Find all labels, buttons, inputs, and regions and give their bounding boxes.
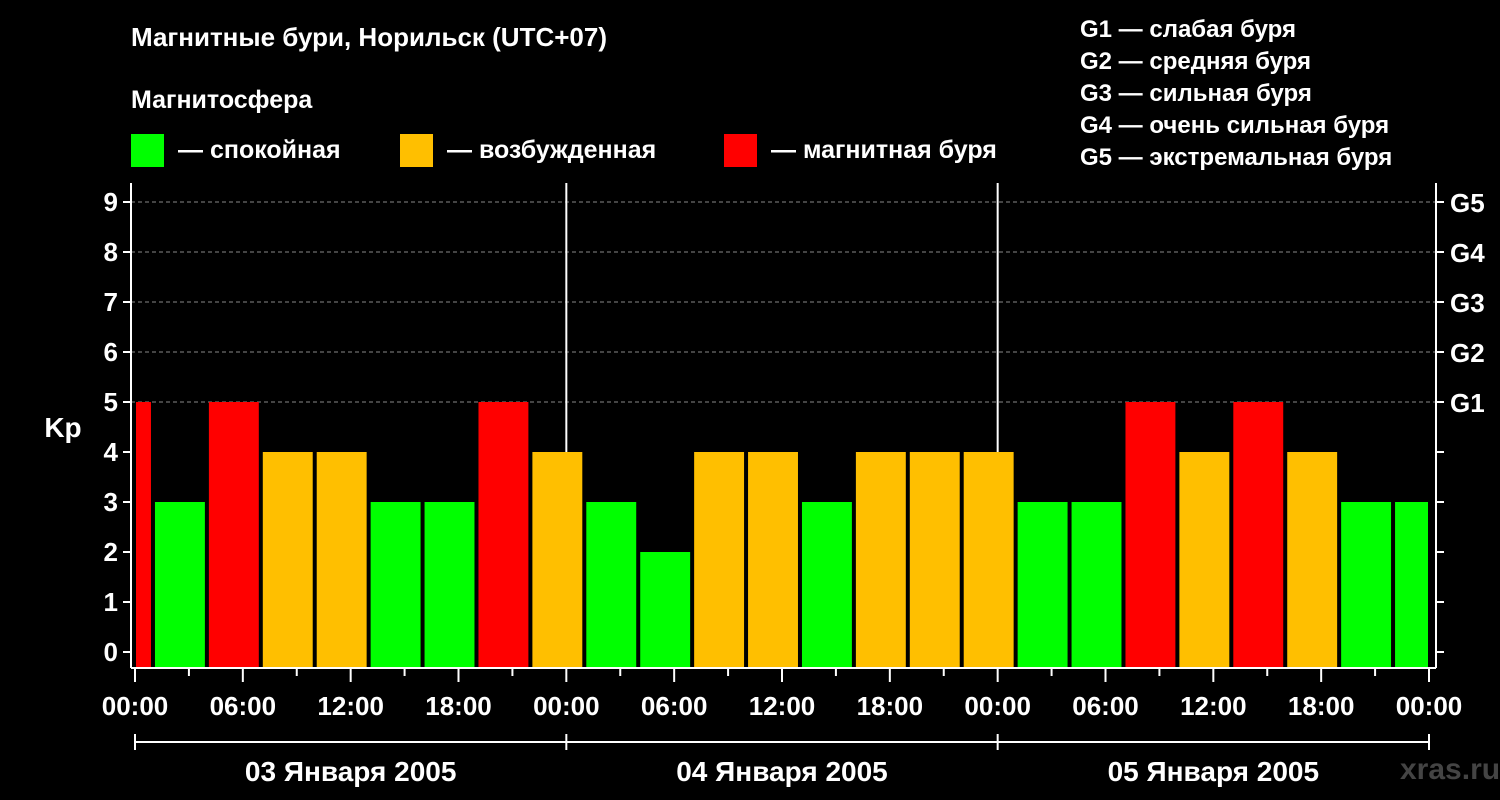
x-tick-label-4: 00:00 — [533, 691, 600, 721]
x-tick-label-11: 18:00 — [1288, 691, 1355, 721]
x-tick-label-2: 12:00 — [317, 691, 384, 721]
y-tick-label-9: 9 — [104, 187, 118, 217]
bar-3 — [262, 452, 313, 668]
watermark: xras.ru — [1400, 753, 1500, 786]
bar-1 — [154, 502, 205, 668]
bar-15 — [909, 452, 960, 668]
bar-13 — [801, 502, 852, 668]
day-label-0: 03 Января 2005 — [245, 756, 457, 787]
x-tick-label-7: 18:00 — [857, 691, 924, 721]
y-tick-label-4: 4 — [104, 437, 119, 467]
x-tick-label-8: 00:00 — [964, 691, 1031, 721]
bar-16 — [963, 452, 1014, 668]
y-tick-label-2: 2 — [104, 537, 118, 567]
y-tick-label-8: 8 — [104, 237, 118, 267]
x-tick-label-6: 12:00 — [749, 691, 816, 721]
y-axis-label: Kp — [44, 412, 81, 443]
bar-23 — [1341, 502, 1392, 668]
x-tick-label-9: 06:00 — [1072, 691, 1139, 721]
bar-6 — [424, 502, 475, 668]
bar-11 — [694, 452, 745, 668]
bar-0 — [136, 402, 151, 668]
g-axis-label-G3: G3 — [1450, 288, 1485, 318]
kp-chart: 0 1 2 3 4 5 6 7 8 9 G1 G2 G3 G4 G5 Kp 00:00 06:00 12:00 18:… — [44, 183, 1485, 787]
bar-4 — [316, 452, 367, 668]
y-tick-label-0: 0 — [104, 637, 118, 667]
bar-12 — [748, 452, 798, 668]
bar-14 — [855, 452, 906, 668]
bar-21 — [1233, 402, 1284, 668]
x-tick-label-1: 06:00 — [210, 691, 277, 721]
bar-2 — [208, 402, 259, 668]
g-axis-label-G1: G1 — [1450, 388, 1485, 418]
x-tick-label-5: 06:00 — [641, 691, 708, 721]
bar-17 — [1017, 502, 1068, 668]
y-tick-label-6: 6 — [104, 337, 118, 367]
bar-7 — [478, 402, 529, 668]
y-tick-label-5: 5 — [104, 387, 118, 417]
bar-10 — [640, 552, 691, 668]
bar-24 — [1395, 502, 1428, 668]
x-tick-label-12: 00:00 — [1396, 691, 1463, 721]
bars-layer — [136, 402, 1428, 668]
bar-22 — [1287, 452, 1338, 668]
g-axis-label-G2: G2 — [1450, 338, 1485, 368]
x-tick-label-0: 00:00 — [102, 691, 169, 721]
y-tick-label-3: 3 — [104, 487, 118, 517]
y-tick-label-7: 7 — [104, 287, 118, 317]
day-label-1: 04 Января 2005 — [676, 756, 888, 787]
bar-9 — [586, 502, 637, 668]
x-tick-label-3: 18:00 — [425, 691, 492, 721]
day-label-2: 05 Января 2005 — [1108, 756, 1320, 787]
y-tick-label-1: 1 — [104, 587, 118, 617]
g-axis-label-G5: G5 — [1450, 188, 1485, 218]
g-axis-label-G4: G4 — [1450, 238, 1485, 268]
bar-20 — [1179, 452, 1230, 668]
bar-19 — [1125, 402, 1176, 668]
x-tick-label-10: 12:00 — [1180, 691, 1247, 721]
bar-18 — [1071, 502, 1122, 668]
bar-8 — [532, 452, 583, 668]
bar-5 — [370, 502, 421, 668]
